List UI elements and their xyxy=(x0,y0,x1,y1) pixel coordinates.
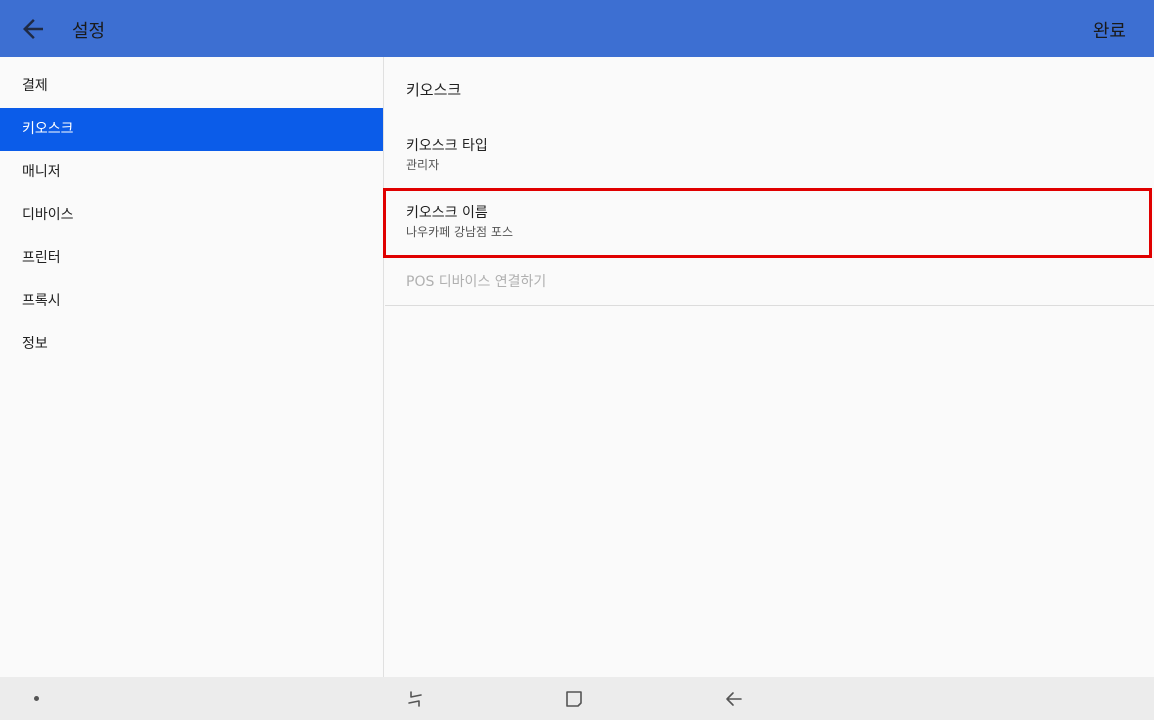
home-button[interactable] xyxy=(563,688,585,710)
kiosk-type-summary: 관리자 xyxy=(406,158,440,172)
settings-sidebar: 결제 키오스크 매니저 디바이스 프린터 프록시 정보 xyxy=(0,57,384,677)
recent-apps-button[interactable] xyxy=(404,688,426,710)
sidebar-item-proxy[interactable]: 프록시 xyxy=(0,280,383,323)
pos-connect-preference[interactable]: POS 디바이스 연결하기 xyxy=(385,273,1154,305)
arrow-left-icon xyxy=(23,19,43,39)
system-nav-bar xyxy=(0,677,1154,720)
sidebar-item-printer[interactable]: 프린터 xyxy=(0,237,383,280)
app-bar: 설정 완료 xyxy=(0,0,1154,57)
recent-apps-icon xyxy=(408,691,422,707)
divider xyxy=(385,305,1154,306)
sidebar-item-payment[interactable]: 결제 xyxy=(0,65,383,108)
back-button[interactable] xyxy=(18,14,48,44)
section-title: 키오스크 xyxy=(406,81,462,99)
sidebar-item-info[interactable]: 정보 xyxy=(0,323,383,366)
back-icon xyxy=(726,692,742,706)
page-title: 설정 xyxy=(72,21,106,42)
done-button[interactable]: 완료 xyxy=(1093,17,1126,43)
kiosk-name-summary: 나우카페 강남점 포스 xyxy=(406,225,513,239)
nav-back-button[interactable] xyxy=(723,688,745,710)
dot-icon xyxy=(34,696,39,701)
kiosk-type-preference[interactable]: 키오스크 타입 관리자 xyxy=(385,137,1154,189)
kiosk-type-title: 키오스크 타입 xyxy=(406,138,488,154)
sidebar-item-device[interactable]: 디바이스 xyxy=(0,194,383,237)
sidebar-item-manager[interactable]: 매니저 xyxy=(0,151,383,194)
home-icon xyxy=(566,691,582,707)
sidebar-item-kiosk[interactable]: 키오스크 xyxy=(0,108,383,151)
pos-connect-title: POS 디바이스 연결하기 xyxy=(406,274,547,290)
kiosk-name-preference[interactable]: 키오스크 이름 나우카페 강남점 포스 xyxy=(385,204,1154,256)
kiosk-name-title: 키오스크 이름 xyxy=(406,205,488,221)
settings-content: 키오스크 키오스크 타입 관리자 키오스크 이름 나우카페 강남점 포스 POS… xyxy=(383,57,1154,677)
